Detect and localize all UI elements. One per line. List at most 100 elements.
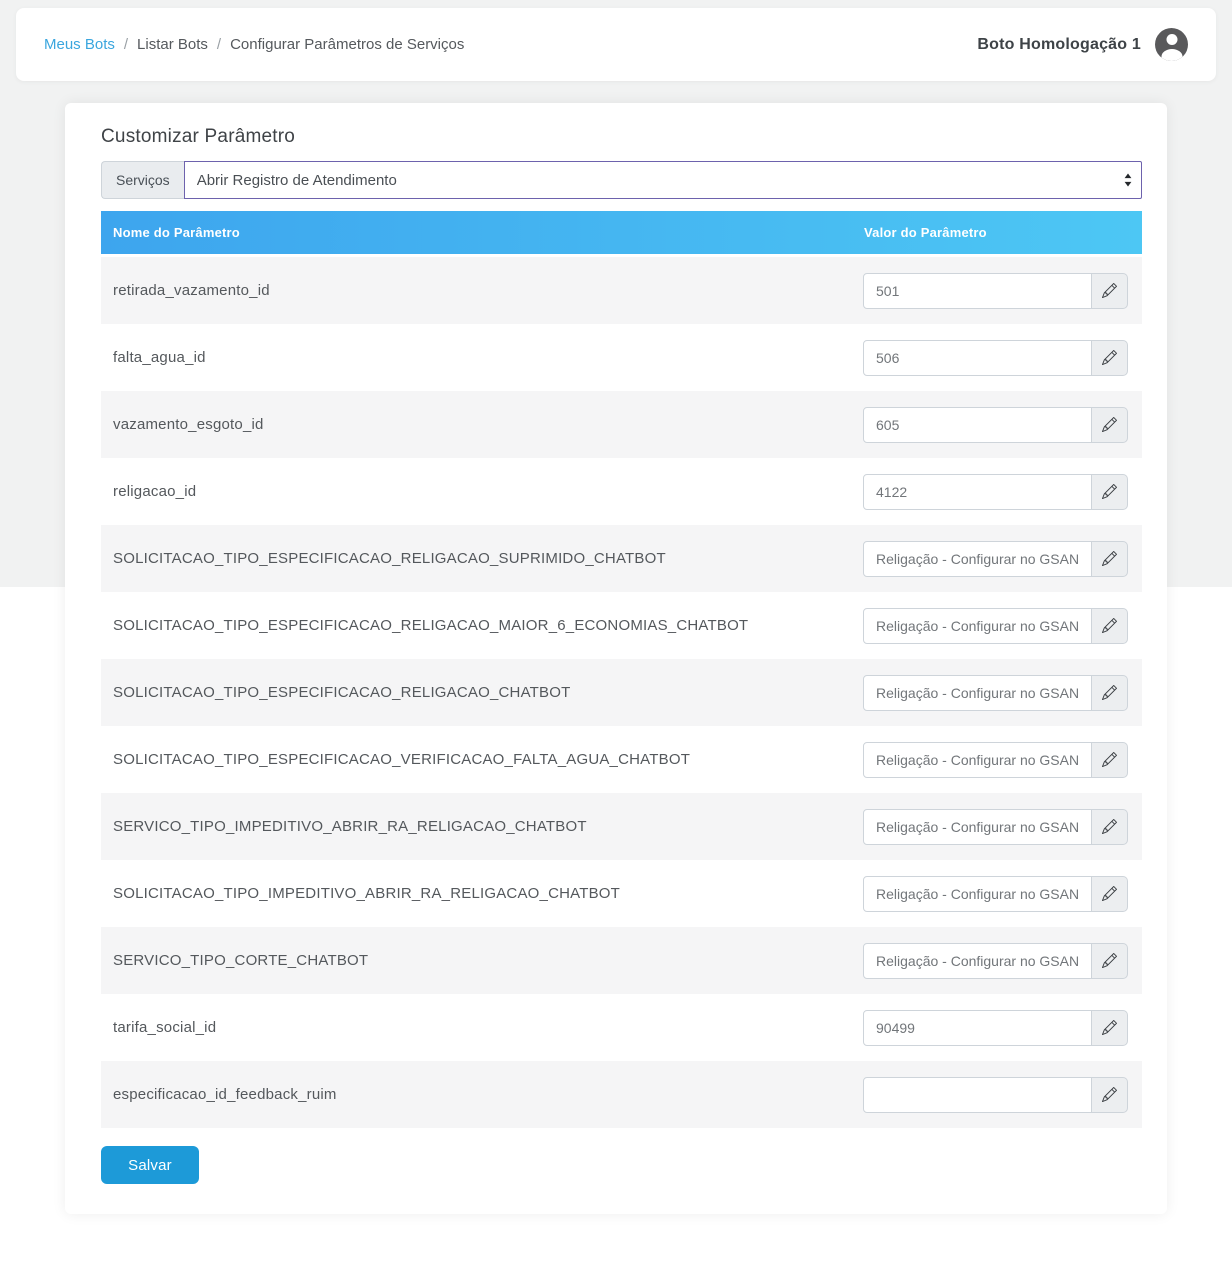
page-title: Customizar Parâmetro [101,126,1142,148]
parameter-value-group [863,943,1142,979]
parameter-value-input[interactable] [863,608,1092,644]
user-avatar-icon[interactable] [1155,28,1188,61]
parameter-value-input[interactable] [863,1010,1092,1046]
parameter-row: vazamento_esgoto_id [101,391,1142,458]
parameter-value-group [863,340,1142,376]
pencil-icon [1102,551,1117,566]
parameter-name: SERVICO_TIPO_CORTE_CHATBOT [101,952,863,969]
edit-parameter-button[interactable] [1092,407,1128,443]
parameter-value-group [863,608,1142,644]
service-selector: Serviços Abrir Registro de Atendimento [101,161,1142,199]
parameter-value-input[interactable] [863,675,1092,711]
pencil-icon [1102,953,1117,968]
edit-parameter-button[interactable] [1092,273,1128,309]
column-header-name: Nome do Parâmetro [101,225,863,240]
parameter-value-input[interactable] [863,1077,1092,1113]
edit-parameter-button[interactable] [1092,876,1128,912]
pencil-icon [1102,819,1117,834]
edit-parameter-button[interactable] [1092,809,1128,845]
parameter-row: retirada_vazamento_id [101,257,1142,324]
parameter-value-input[interactable] [863,273,1092,309]
parameter-value-group [863,1077,1142,1113]
parameter-row: SERVICO_TIPO_CORTE_CHATBOT [101,927,1142,994]
parameter-value-input[interactable] [863,809,1092,845]
column-header-value: Valor do Parâmetro [863,225,1142,240]
pencil-icon [1102,1087,1117,1102]
parameter-row: especificacao_id_feedback_ruim [101,1061,1142,1128]
parameter-name: tarifa_social_id [101,1019,863,1036]
parameter-value-input[interactable] [863,943,1092,979]
breadcrumb-item-listar-bots[interactable]: Listar Bots [137,36,208,53]
edit-parameter-button[interactable] [1092,1077,1128,1113]
parameter-value-input[interactable] [863,407,1092,443]
parameter-value-group [863,742,1142,778]
parameter-value-group [863,541,1142,577]
parameter-value-group [863,876,1142,912]
parameter-name: especificacao_id_feedback_ruim [101,1086,863,1103]
edit-parameter-button[interactable] [1092,943,1128,979]
parameter-name: SOLICITACAO_TIPO_ESPECIFICACAO_RELIGACAO… [101,684,863,701]
parameter-value-input[interactable] [863,876,1092,912]
pencil-icon [1102,350,1117,365]
service-select-wrapper: Abrir Registro de Atendimento [184,161,1142,199]
parameter-name: SERVICO_TIPO_IMPEDITIVO_ABRIR_RA_RELIGAC… [101,818,863,835]
breadcrumb-link-meus-bots[interactable]: Meus Bots [44,36,115,53]
parameter-value-input[interactable] [863,541,1092,577]
parameter-value-group [863,407,1142,443]
parameter-row: religacao_id [101,458,1142,525]
parameter-row: SOLICITACAO_TIPO_ESPECIFICACAO_RELIGACAO… [101,525,1142,592]
parameter-value-group [863,809,1142,845]
customize-parameter-card: Customizar Parâmetro Serviços Abrir Regi… [65,103,1167,1214]
edit-parameter-button[interactable] [1092,1010,1128,1046]
parameter-name: SOLICITACAO_TIPO_IMPEDITIVO_ABRIR_RA_REL… [101,885,863,902]
pencil-icon [1102,484,1117,499]
edit-parameter-button[interactable] [1092,541,1128,577]
pencil-icon [1102,283,1117,298]
service-select[interactable]: Abrir Registro de Atendimento [184,161,1142,199]
pencil-icon [1102,1020,1117,1035]
parameter-row: SERVICO_TIPO_IMPEDITIVO_ABRIR_RA_RELIGAC… [101,793,1142,860]
pencil-icon [1102,417,1117,432]
table-header: Nome do Parâmetro Valor do Parâmetro [101,211,1142,254]
parameter-row: SOLICITACAO_TIPO_ESPECIFICACAO_RELIGACAO… [101,659,1142,726]
breadcrumb-separator: / [124,36,128,53]
edit-parameter-button[interactable] [1092,474,1128,510]
parameter-name: vazamento_esgoto_id [101,416,863,433]
bot-name-label: Boto Homologação 1 [977,36,1141,54]
parameters-table: Nome do Parâmetro Valor do Parâmetro ret… [101,211,1142,1128]
table-body: retirada_vazamento_id falta_agua_id vaza… [101,257,1142,1128]
parameter-row: SOLICITACAO_TIPO_IMPEDITIVO_ABRIR_RA_REL… [101,860,1142,927]
edit-parameter-button[interactable] [1092,675,1128,711]
service-selector-label: Serviços [101,161,184,199]
parameter-row: falta_agua_id [101,324,1142,391]
user-icon-shoulders [1161,49,1182,61]
user-icon-head [1166,34,1177,45]
parameter-value-input[interactable] [863,340,1092,376]
save-button[interactable]: Salvar [101,1146,199,1184]
breadcrumb-item-current: Configurar Parâmetros de Serviços [230,36,464,53]
pencil-icon [1102,685,1117,700]
parameter-value-input[interactable] [863,742,1092,778]
parameter-name: SOLICITACAO_TIPO_ESPECIFICACAO_RELIGACAO… [101,550,863,567]
breadcrumb: Meus Bots / Listar Bots / Configurar Par… [44,36,464,53]
top-navbar: Meus Bots / Listar Bots / Configurar Par… [16,8,1216,81]
pencil-icon [1102,886,1117,901]
pencil-icon [1102,618,1117,633]
parameter-value-input[interactable] [863,474,1092,510]
parameter-name: falta_agua_id [101,349,863,366]
parameter-value-group [863,273,1142,309]
breadcrumb-separator: / [217,36,221,53]
edit-parameter-button[interactable] [1092,742,1128,778]
parameter-row: SOLICITACAO_TIPO_ESPECIFICACAO_VERIFICAC… [101,726,1142,793]
parameter-name: retirada_vazamento_id [101,282,863,299]
parameter-value-group [863,675,1142,711]
edit-parameter-button[interactable] [1092,340,1128,376]
navbar-right: Boto Homologação 1 [977,28,1188,61]
parameter-value-group [863,1010,1142,1046]
parameter-row: tarifa_social_id [101,994,1142,1061]
edit-parameter-button[interactable] [1092,608,1128,644]
parameter-row: SOLICITACAO_TIPO_ESPECIFICACAO_RELIGACAO… [101,592,1142,659]
parameter-name: SOLICITACAO_TIPO_ESPECIFICACAO_RELIGACAO… [101,617,863,634]
parameter-name: religacao_id [101,483,863,500]
pencil-icon [1102,752,1117,767]
